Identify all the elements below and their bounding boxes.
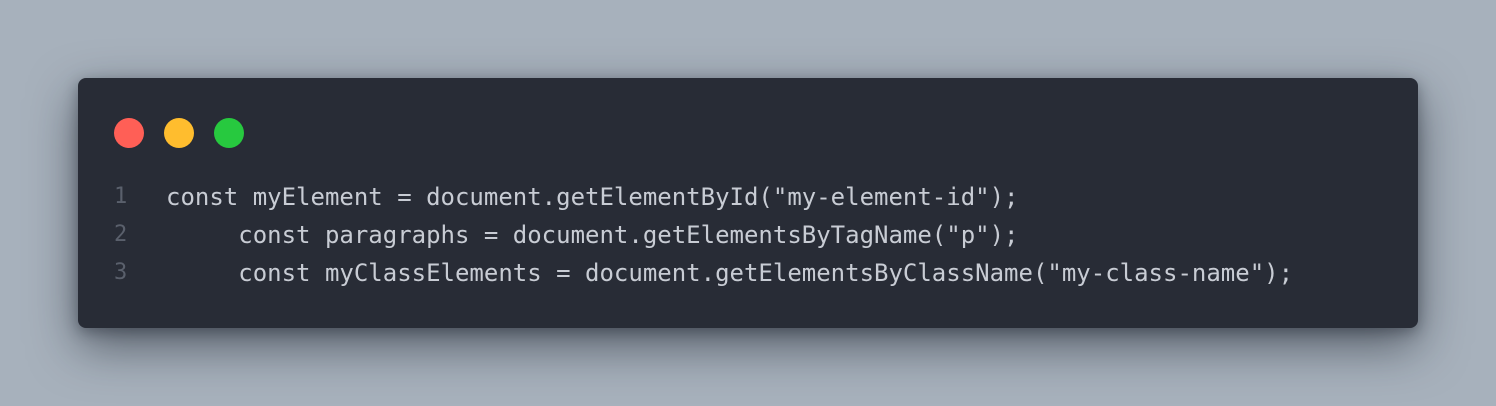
code-line: 1 const myElement = document.getElementB… — [78, 178, 1418, 216]
code-window: 1 const myElement = document.getElementB… — [78, 78, 1418, 328]
close-dot-icon[interactable] — [114, 118, 144, 148]
minimize-dot-icon[interactable] — [164, 118, 194, 148]
code-text: const myElement = document.getElementByI… — [166, 183, 1019, 211]
line-number: 2 — [114, 222, 128, 247]
code-text: const paragraphs = document.getElementsB… — [166, 221, 1019, 249]
code-line: 3 const myClassElements = document.getEl… — [78, 254, 1418, 292]
line-number: 3 — [114, 260, 128, 285]
code-text: const myClassElements = document.getElem… — [166, 259, 1294, 287]
line-number: 1 — [114, 184, 128, 209]
code-line: 2 const paragraphs = document.getElement… — [78, 216, 1418, 254]
maximize-dot-icon[interactable] — [214, 118, 244, 148]
code-block: 1 const myElement = document.getElementB… — [78, 178, 1418, 292]
